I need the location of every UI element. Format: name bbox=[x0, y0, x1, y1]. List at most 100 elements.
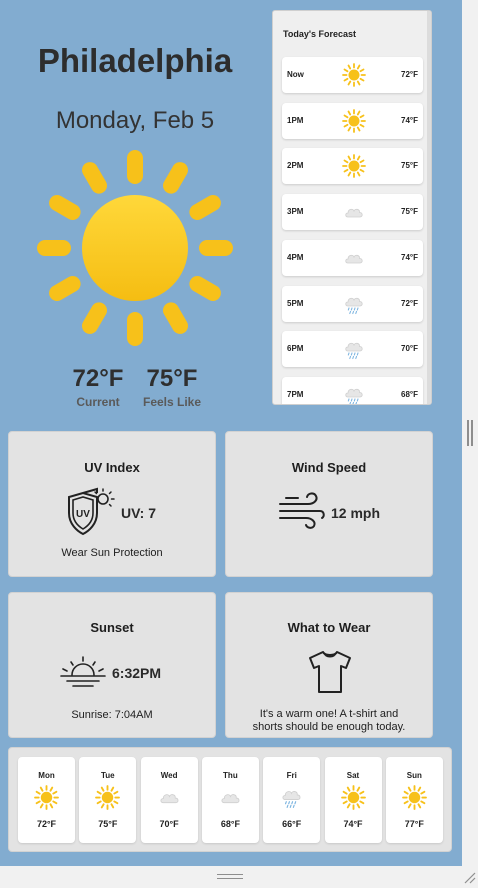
wind-speed-card: Wind Speed 12 mph bbox=[225, 431, 433, 577]
what-to-wear-note: It's a warm one! A t-shirt and shorts sh… bbox=[226, 708, 432, 734]
forecast-row: 3PM 75°F bbox=[282, 194, 423, 231]
day-forecast-fri: Fri 66°F bbox=[263, 757, 321, 843]
sun-icon bbox=[34, 785, 59, 810]
day-temp: 72°F bbox=[36, 819, 57, 829]
forecast-temp: 74°F bbox=[401, 115, 418, 125]
sunrise-time: Sunrise: 7:04AM bbox=[71, 709, 153, 721]
forecast-row: 5PM 72°F bbox=[282, 285, 423, 322]
sun-icon bbox=[342, 108, 366, 133]
day-forecast-sat: Sat 74°F bbox=[324, 757, 382, 843]
day-forecast-mon: Mon 72°F bbox=[18, 757, 75, 843]
forecast-time: 6PM bbox=[287, 344, 304, 354]
forecast-row: 6PM 70°F bbox=[282, 331, 423, 368]
forecast-scrollbar[interactable] bbox=[427, 11, 431, 404]
wind-icon bbox=[279, 492, 325, 529]
forecast-time: 1PM bbox=[287, 115, 304, 125]
forecast-time: 3PM bbox=[287, 207, 304, 217]
forecast-time: 2PM bbox=[287, 161, 304, 171]
forecast-time: 5PM bbox=[287, 298, 304, 308]
day-name: Sun bbox=[406, 771, 422, 780]
sunset-title: Sunset bbox=[90, 620, 134, 635]
forecast-row: 1PM 74°F bbox=[282, 102, 423, 139]
rain-icon bbox=[342, 383, 366, 404]
sun-icon bbox=[401, 785, 427, 810]
cloud-icon bbox=[342, 246, 366, 270]
uv-index-value: UV: 7 bbox=[121, 505, 157, 521]
sunset-icon bbox=[60, 656, 106, 687]
uv-index-card: UV Index UV UV: 7 Wear Sun Protection bbox=[8, 431, 216, 577]
day-forecast-wed: Wed 70°F bbox=[140, 757, 198, 843]
sun-icon bbox=[95, 785, 121, 810]
what-to-wear-card: What to Wear It's a warm one! A t-shirt … bbox=[225, 592, 433, 738]
forecast-temp: 70°F bbox=[401, 344, 418, 354]
day-temp: 77°F bbox=[404, 819, 424, 829]
horizontal-splitter[interactable] bbox=[0, 866, 478, 888]
forecast-row: Now 72°F bbox=[282, 57, 423, 93]
hourly-forecast-title: Today's Forecast bbox=[283, 29, 356, 39]
day-temp: 70°F bbox=[159, 819, 179, 829]
cloud-icon bbox=[218, 785, 243, 810]
uv-index-title: UV Index bbox=[84, 460, 140, 475]
day-name: Tue bbox=[100, 771, 115, 780]
forecast-temp: 72°F bbox=[401, 70, 418, 79]
wind-speed-value: 12 mph bbox=[331, 505, 381, 521]
forecast-row: 2PM 75°F bbox=[282, 148, 423, 185]
uv-index-note: Wear Sun Protection bbox=[61, 547, 163, 559]
weather-app: Philadelphia Monday, Feb 5 72°F Current … bbox=[0, 0, 462, 866]
vertical-splitter[interactable] bbox=[462, 0, 478, 866]
day-name: Wed bbox=[160, 771, 178, 780]
current-date: Monday, Feb 5 bbox=[55, 107, 215, 134]
sun-icon bbox=[340, 785, 366, 810]
hourly-forecast-panel[interactable]: Today's Forecast Now 72°F 1PM 74°F 2PM 75°F 3P… bbox=[272, 10, 432, 405]
weekly-forecast-panel: Mon 72°F Tue 75°F Wed 70°F Thu 68°F Fri 66°F Sat 74… bbox=[8, 747, 452, 852]
uv-badge-text: UV bbox=[76, 509, 90, 520]
what-to-wear-note-line1: It's a warm one! A t-shirt and bbox=[259, 708, 399, 720]
day-name: Thu bbox=[223, 771, 238, 780]
feels-like-value: 75°F bbox=[146, 365, 198, 392]
cloud-icon bbox=[157, 785, 182, 810]
day-name: Fri bbox=[286, 771, 297, 780]
forecast-time: 4PM bbox=[287, 252, 304, 262]
current-temp-label: Current bbox=[76, 395, 120, 409]
day-forecast-tue: Tue 75°F bbox=[79, 757, 137, 843]
day-name: Sat bbox=[346, 771, 360, 780]
uv-shield-icon: UV bbox=[68, 487, 115, 536]
day-temp: 74°F bbox=[343, 819, 363, 829]
city-name: Philadelphia bbox=[37, 42, 233, 79]
current-temp-value: 72°F bbox=[72, 365, 124, 392]
day-name: Mon bbox=[38, 771, 55, 780]
day-forecast-sun: Sun 77°F bbox=[385, 757, 443, 843]
cloud-icon bbox=[342, 200, 366, 224]
day-temp: 75°F bbox=[98, 819, 118, 829]
resize-handle-icon[interactable] bbox=[462, 870, 476, 884]
feels-like-temp: 75°F Feels Like bbox=[136, 365, 208, 409]
splitter-handle[interactable] bbox=[467, 420, 473, 446]
forecast-row: 4PM 74°F bbox=[282, 239, 423, 276]
sunset-card: Sunset 6:32PM Sunrise: 7:04AM bbox=[8, 592, 216, 738]
forecast-row: 7PM 68°F bbox=[282, 376, 423, 404]
feels-like-label: Feels Like bbox=[142, 395, 202, 409]
what-to-wear-title: What to Wear bbox=[287, 620, 371, 635]
forecast-temp: 75°F bbox=[401, 161, 418, 171]
wind-speed-title: Wind Speed bbox=[291, 460, 367, 475]
splitter-grip[interactable] bbox=[217, 874, 243, 879]
forecast-temp: 68°F bbox=[401, 389, 418, 399]
forecast-temp: 75°F bbox=[401, 207, 418, 217]
forecast-temp: 74°F bbox=[401, 252, 418, 262]
current-temp: 72°F Current bbox=[62, 365, 134, 409]
forecast-temp: 72°F bbox=[401, 298, 418, 308]
sun-icon bbox=[37, 150, 233, 346]
day-temp: 66°F bbox=[282, 819, 302, 829]
rain-icon bbox=[342, 292, 366, 316]
tshirt-icon bbox=[309, 651, 351, 693]
what-to-wear-note-line2: shorts should be enough today. bbox=[252, 721, 406, 733]
rain-icon bbox=[279, 785, 304, 810]
forecast-time: 7PM bbox=[287, 389, 304, 399]
rain-icon bbox=[342, 337, 366, 361]
sun-icon bbox=[342, 154, 366, 179]
day-forecast-thu: Thu 68°F bbox=[201, 757, 259, 843]
day-temp: 68°F bbox=[220, 819, 240, 829]
sun-icon bbox=[342, 63, 366, 87]
sunset-time: 6:32PM bbox=[112, 665, 162, 681]
forecast-time: Now bbox=[287, 70, 304, 79]
